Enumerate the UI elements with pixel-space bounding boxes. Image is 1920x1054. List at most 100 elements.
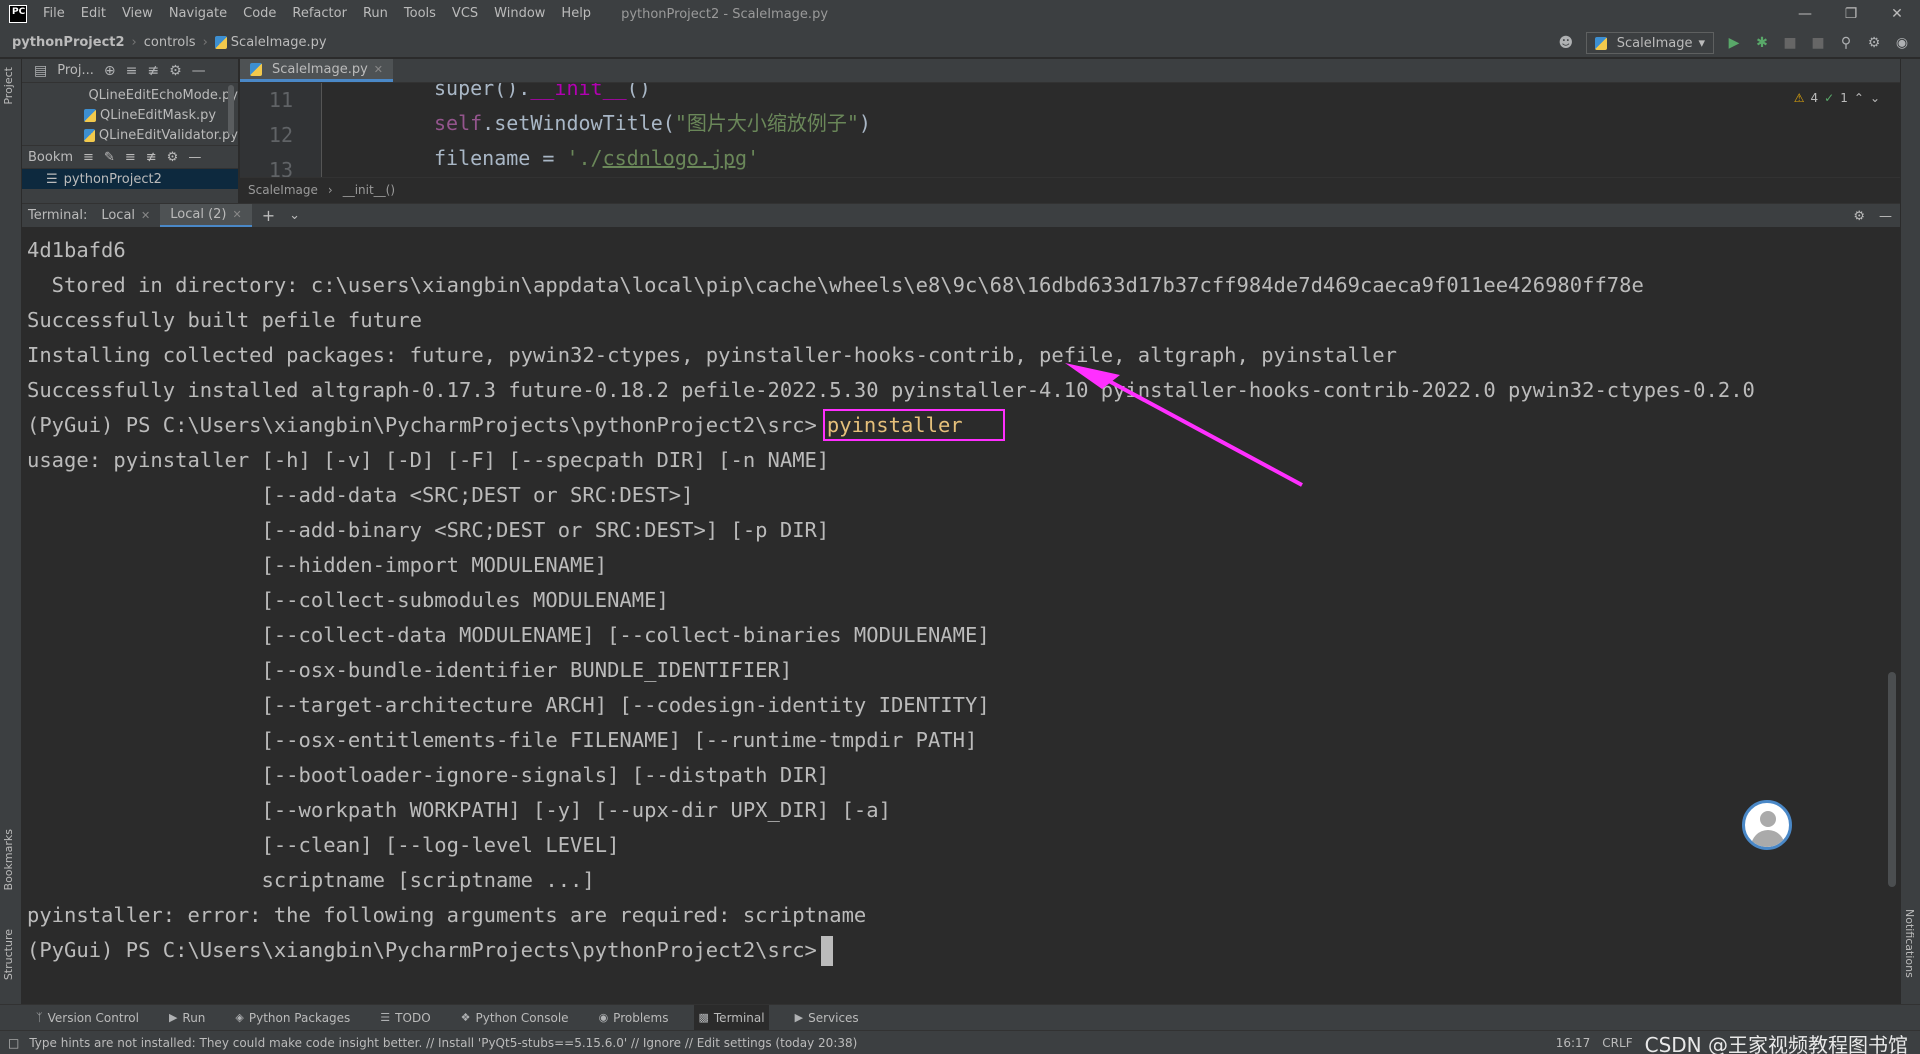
project-tool-tab[interactable]: Project — [2, 67, 15, 105]
tool-run[interactable]: ▶ Run — [165, 1005, 209, 1031]
bookmarks-tool-tab[interactable]: Bookmarks — [2, 829, 15, 890]
editor-tab-label: ScaleImage.py — [272, 61, 368, 77]
close-icon[interactable]: ✕ — [141, 209, 150, 222]
tree-item[interactable]: QLineEditEchoMode.py — [22, 85, 238, 105]
coverage-icon[interactable]: ■ — [1782, 35, 1798, 51]
collapse-all-icon[interactable]: ≢ — [146, 150, 157, 165]
project-panel-title[interactable]: Proj... — [57, 63, 94, 78]
tool-label: Problems — [613, 1010, 669, 1025]
tool-python-console[interactable]: ❖ Python Console — [457, 1005, 573, 1031]
minimize-icon[interactable]: — — [1782, 0, 1828, 28]
close-icon[interactable]: ✕ — [1874, 0, 1920, 28]
menu-refactor[interactable]: Refactor — [284, 0, 355, 28]
tree-item[interactable]: QLineEditMask.py — [22, 105, 238, 125]
gear-icon[interactable]: ⚙ — [169, 63, 182, 79]
terminal-output[interactable]: 4d1bafd6 Stored in directory: c:\users\x… — [22, 227, 1900, 1003]
services-icon: ▶ — [794, 1011, 804, 1024]
line-separator[interactable]: CRLF — [1602, 1036, 1632, 1050]
hide-icon[interactable]: — — [1879, 209, 1892, 224]
collapse-all-icon[interactable]: ≢ — [147, 63, 159, 79]
menu-navigate[interactable]: Navigate — [161, 0, 235, 28]
gear-icon[interactable]: ⚙ — [1866, 35, 1882, 51]
locate-icon[interactable]: ⊕ — [104, 63, 116, 79]
menu-file[interactable]: File — [35, 0, 73, 28]
pencil-icon[interactable]: ✎ — [104, 150, 115, 165]
terminal-prompt: (PyGui) PS C:\Users\xiangbin\PycharmProj… — [27, 938, 817, 962]
run-config-select[interactable]: ScaleImage ▾ — [1585, 32, 1714, 54]
status-toggle-icon[interactable]: □ — [8, 1036, 19, 1050]
tool-label: Python Console — [475, 1010, 569, 1025]
text-cursor — [820, 936, 833, 966]
status-message[interactable]: Type hints are not installed: They could… — [29, 1036, 857, 1050]
caret-position[interactable]: 16:17 — [1556, 1036, 1591, 1050]
expand-all-icon[interactable]: ≡ — [126, 63, 138, 79]
editor-tabs: ScaleImage.py ✕ — [240, 59, 1900, 83]
gear-icon[interactable]: ⚙ — [1853, 209, 1865, 224]
tool-services[interactable]: ▶ Services — [791, 1005, 863, 1031]
stop-icon[interactable]: ■ — [1810, 35, 1826, 51]
terminal-lines: 4d1bafd6 Stored in directory: c:\users\x… — [27, 233, 1755, 968]
close-icon[interactable]: ✕ — [233, 208, 242, 221]
structure-tool-tab[interactable]: Structure — [2, 929, 15, 980]
menu-code[interactable]: Code — [235, 0, 284, 28]
notifications-tool-tab[interactable]: Notifications — [1903, 909, 1916, 978]
bookmark-item[interactable]: ☰ pythonProject2 — [22, 169, 238, 189]
tool-terminal[interactable]: ▩ Terminal — [694, 1004, 769, 1031]
line-number: 12 — [268, 123, 293, 147]
tool-label: Run — [182, 1010, 206, 1025]
terminal-tab-local[interactable]: Local ✕ — [91, 204, 160, 228]
breadcrumb-class[interactable]: ScaleImage — [248, 183, 318, 197]
nav-file[interactable]: ScaleImage.py — [231, 35, 327, 50]
tool-version-control[interactable]: ᛉ Version Control — [32, 1005, 143, 1031]
tree-item-label: QLineEditMask.py — [100, 107, 217, 123]
terminal-prompt: (PyGui) PS C:\Users\xiangbin\PycharmProj… — [27, 413, 817, 437]
chevron-up-icon[interactable]: ⌃ — [1854, 91, 1864, 105]
code-line: super().__init__() — [434, 83, 651, 100]
bookmarks-panel-title[interactable]: Bookm — [28, 150, 73, 165]
packages-icon: ◈ — [235, 1011, 244, 1024]
menu-tools[interactable]: Tools — [396, 0, 444, 28]
menu-edit[interactable]: Edit — [73, 0, 114, 28]
hide-icon[interactable]: — — [192, 63, 206, 79]
expand-all-icon[interactable]: ≡ — [125, 150, 136, 165]
branch-icon: ᛉ — [36, 1011, 43, 1024]
terminal-tab-local-2[interactable]: Local (2) ✕ — [160, 203, 252, 228]
chevron-down-icon[interactable]: ⌄ — [1870, 91, 1880, 105]
menu-run[interactable]: Run — [355, 0, 396, 28]
chevron-down-icon: ▾ — [1698, 35, 1705, 51]
nav-project[interactable]: pythonProject2 — [12, 35, 125, 50]
menu-help[interactable]: Help — [553, 0, 599, 28]
search-icon[interactable]: ⚲ — [1838, 35, 1854, 51]
user-icon[interactable]: ☻ — [1558, 35, 1574, 51]
inspection-widget[interactable]: ⚠ 4 ✓ 1 ⌃ ⌄ — [1794, 91, 1880, 105]
run-icon[interactable]: ▶ — [1726, 35, 1742, 51]
nav-folder[interactable]: controls — [144, 35, 196, 50]
gear-icon[interactable]: ⚙ — [167, 150, 179, 165]
tool-label: Version Control — [47, 1010, 139, 1025]
tool-todo[interactable]: ☰ TODO — [376, 1005, 434, 1031]
editor-tab-scaleimage[interactable]: ScaleImage.py ✕ — [240, 59, 393, 82]
close-icon[interactable]: ✕ — [374, 63, 383, 76]
tool-python-packages[interactable]: ◈ Python Packages — [231, 1005, 354, 1031]
tool-problems[interactable]: ◉ Problems — [595, 1005, 673, 1031]
debug-icon[interactable]: ✱ — [1754, 35, 1770, 51]
python-file-icon — [84, 108, 96, 122]
terminal-line: 4d1bafd6 — [27, 238, 126, 262]
terminal-scrollbar[interactable] — [1888, 672, 1896, 887]
chevron-down-icon[interactable]: ⌄ — [289, 208, 300, 223]
menu-vcs[interactable]: VCS — [444, 0, 486, 28]
code-editor[interactable]: 11 12 13 super().__init__() self.setWind… — [240, 83, 1900, 177]
tree-item[interactable]: QLineEditValidator.py — [22, 125, 238, 145]
restore-icon[interactable]: ❐ — [1828, 0, 1874, 28]
menu-view[interactable]: View — [114, 0, 161, 28]
project-scrollbar[interactable] — [228, 85, 234, 135]
updates-icon[interactable]: ◉ — [1894, 35, 1910, 51]
hide-icon[interactable]: — — [188, 150, 201, 165]
breadcrumb-method[interactable]: __init__() — [343, 183, 395, 197]
menu-window[interactable]: Window — [486, 0, 553, 28]
avatar[interactable] — [1742, 800, 1792, 850]
problems-icon: ◉ — [598, 1011, 609, 1024]
add-tab-icon[interactable]: + — [262, 206, 275, 225]
warning-count: 4 — [1810, 91, 1819, 105]
list-icon[interactable]: ≡ — [83, 150, 94, 165]
